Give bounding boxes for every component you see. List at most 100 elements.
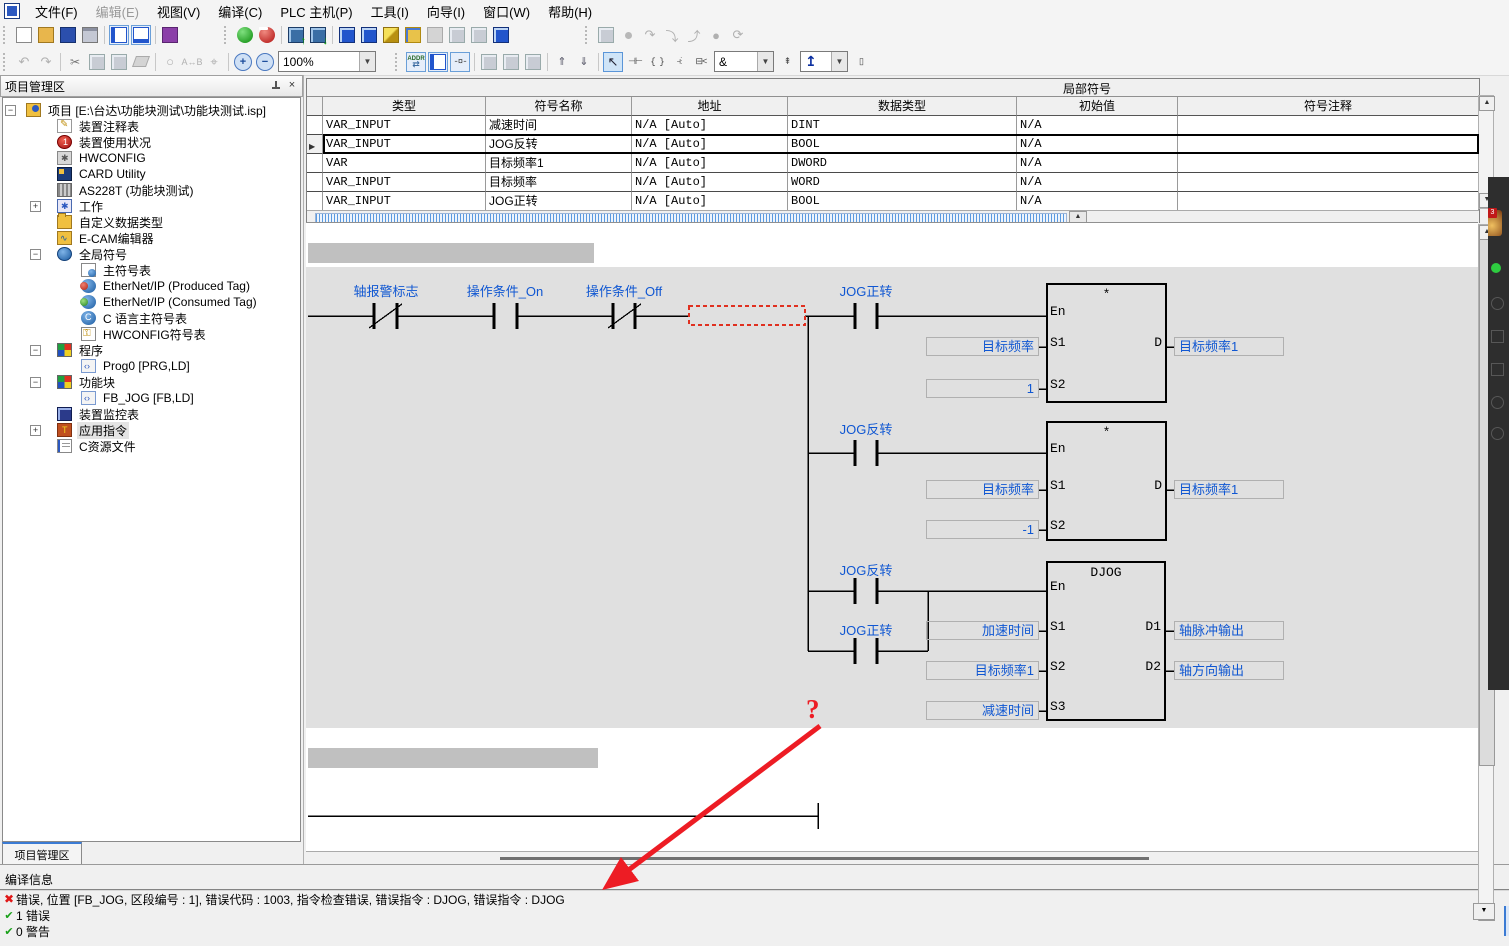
compile-error-row[interactable]: ✖ 错误, 位置 [FB_JOG, 区段编号 : 1], 错误代码 : 1003…	[0, 891, 1509, 907]
upload-from-plc-icon[interactable]	[286, 25, 306, 45]
scroll-up-icon[interactable]: ▲	[1479, 96, 1495, 111]
column-header-type[interactable]: 类型	[323, 97, 486, 116]
menu-file[interactable]: 文件(F)	[26, 0, 87, 24]
coil-type-combo[interactable]: ↥ ▼	[800, 51, 848, 72]
menu-help[interactable]: 帮助(H)	[539, 0, 601, 24]
chevron-down-icon[interactable]: ▼	[831, 52, 847, 71]
zoom-in-icon[interactable]: +	[233, 52, 253, 72]
tree-item-ethernet-produced[interactable]: EtherNet/IP (Produced Tag)	[3, 278, 300, 294]
tree-item-hwconfig-symbols[interactable]: HWCONFIG符号表	[3, 326, 300, 342]
address-display-toggle-icon[interactable]: ADDR	[406, 52, 426, 72]
compile-summary-warnings[interactable]: ✔ 0 警告	[0, 923, 1509, 939]
menu-tools[interactable]: 工具(I)	[362, 0, 418, 24]
column-header-address[interactable]: 地址	[632, 97, 788, 116]
layout-bottom-panel-icon[interactable]	[131, 25, 151, 45]
contact-label[interactable]: JOG反转	[801, 419, 931, 435]
ladder-editor[interactable]: 轴报警标志 操作条件_On 操作条件_Off JOG正转 JOG反转 JOG反转…	[306, 222, 1478, 865]
table-row[interactable]: VAR_INPUT 减速时间 N/A [Auto] DINT N/A	[307, 116, 1479, 135]
chevron-down-icon[interactable]: ▼	[757, 52, 773, 71]
contact-label[interactable]: 操作条件_Off	[559, 281, 689, 297]
contact-label[interactable]: 轴报警标志	[321, 281, 451, 297]
download-to-plc-icon[interactable]	[308, 25, 328, 45]
operand-output[interactable]: 目标频率1	[1174, 337, 1284, 356]
sort-ascending-icon[interactable]: ⇑	[552, 52, 572, 72]
window-config-toggle-icon[interactable]	[428, 52, 448, 72]
operand-input[interactable]: 加速时间	[926, 621, 1039, 640]
compile-summary-errors[interactable]: ✔ 1 错误	[0, 907, 1509, 923]
online-monitor-icon[interactable]	[337, 25, 357, 45]
tree-item-hwconfig[interactable]: HWCONFIG	[3, 150, 300, 166]
copy-icon[interactable]	[87, 52, 107, 72]
row-selector[interactable]	[307, 173, 323, 192]
tree-item-tasks[interactable]: +工作	[3, 198, 300, 214]
toolbar-drag-handle[interactable]	[585, 26, 592, 44]
operand-output[interactable]: 目标频率1	[1174, 480, 1284, 499]
open-file-icon[interactable]	[36, 25, 56, 45]
row-selector[interactable]	[307, 154, 323, 173]
menu-edit[interactable]: 编辑(E)	[87, 0, 148, 24]
tree-item-project[interactable]: −项目 [E:\台达\功能块测试\功能块测试.isp]	[3, 102, 300, 118]
vertical-line-icon[interactable]: ⇞	[777, 52, 797, 72]
table-row[interactable]: VAR_INPUT JOG正转 N/A [Auto] BOOL N/A	[307, 192, 1479, 211]
menu-window[interactable]: 窗口(W)	[474, 0, 539, 24]
insert-contact-icon[interactable]: ⊣⊢	[625, 52, 645, 72]
zoom-level-combo[interactable]: 100% ▼	[278, 51, 376, 72]
tree-item-ethernet-consumed[interactable]: EtherNet/IP (Consumed Tag)	[3, 294, 300, 310]
toolbar-drag-handle[interactable]	[3, 53, 10, 71]
select-cursor-icon[interactable]: ↖	[603, 52, 623, 72]
operand-input[interactable]: 目标频率	[926, 337, 1039, 356]
comment-display-toggle-icon[interactable]: -¤-	[450, 52, 470, 72]
cut-icon[interactable]: ✂	[65, 52, 85, 72]
operand-input[interactable]: 1	[926, 379, 1039, 398]
function-block-multiply-1[interactable]: * En S1 S2 D	[1046, 283, 1167, 403]
operand-input[interactable]: -1	[926, 520, 1039, 539]
project-panel-bottom-tab[interactable]: 项目管理区	[2, 842, 82, 866]
tree-item-device-usage[interactable]: 装置使用状况	[3, 134, 300, 150]
contact-label[interactable]: JOG正转	[801, 281, 931, 297]
toolbar-drag-handle[interactable]	[224, 26, 231, 44]
insert-network-icon[interactable]: ⫞⋮	[669, 52, 689, 72]
expander-collapse-icon[interactable]: −	[30, 345, 41, 356]
scrollbar-thumb[interactable]	[500, 857, 1149, 860]
expander-collapse-icon[interactable]: −	[30, 249, 41, 260]
operand-input[interactable]: 减速时间	[926, 701, 1039, 720]
menu-plc-host[interactable]: PLC 主机(P)	[271, 0, 361, 24]
menu-compile[interactable]: 编译(C)	[209, 0, 271, 24]
insert-network-below-icon[interactable]: ⊟<	[691, 52, 711, 72]
tree-item-c-resource-file[interactable]: C资源文件	[3, 438, 300, 454]
simulator-stop-icon[interactable]	[257, 25, 277, 45]
column-header-name[interactable]: 符号名称	[486, 97, 632, 116]
layout-left-panel-icon[interactable]	[109, 25, 129, 45]
sort-descending-icon[interactable]: ⇓	[574, 52, 594, 72]
new-file-icon[interactable]	[14, 25, 34, 45]
table-row[interactable]: VAR_INPUT 目标频率 N/A [Auto] WORD N/A	[307, 173, 1479, 192]
function-block-multiply-2[interactable]: * En S1 S2 D	[1046, 421, 1167, 541]
chevron-down-icon[interactable]: ▼	[359, 52, 375, 71]
tree-item-global-symbols[interactable]: −全局符号	[3, 246, 300, 262]
contact-label[interactable]: JOG正转	[801, 620, 931, 636]
monitor-screen-icon[interactable]	[491, 25, 511, 45]
tree-item-fb-jog[interactable]: FB_JOG [FB,LD]	[3, 390, 300, 406]
tree-item-main-symbol-table[interactable]: 主符号表	[3, 262, 300, 278]
pin-icon[interactable]	[270, 80, 282, 92]
output-coil-icon[interactable]: ▯	[851, 52, 871, 72]
tree-item-function-blocks[interactable]: −功能块	[3, 374, 300, 390]
save-icon[interactable]	[58, 25, 78, 45]
simulator-run-icon[interactable]	[235, 25, 255, 45]
tree-item-device-monitor-table[interactable]: 装置监控表	[3, 406, 300, 422]
menu-view[interactable]: 视图(V)	[148, 0, 209, 24]
column-header-initial[interactable]: 初始值	[1017, 97, 1178, 116]
expander-collapse-icon[interactable]: −	[30, 377, 41, 388]
row-selector[interactable]	[307, 116, 323, 135]
help-book-icon[interactable]	[160, 25, 180, 45]
tree-item-programs[interactable]: −程序	[3, 342, 300, 358]
tree-item-c-symbol-table[interactable]: C 语言主符号表	[3, 310, 300, 326]
tree-item-prog0[interactable]: Prog0 [PRG,LD]	[3, 358, 300, 374]
expander-expand-icon[interactable]: +	[30, 201, 41, 212]
erase-icon[interactable]	[131, 52, 151, 72]
system-monitor-icon[interactable]	[403, 25, 423, 45]
logic-operator-combo[interactable]: & ▼	[714, 51, 774, 72]
tree-item-card-utility[interactable]: CARD Utility	[3, 166, 300, 182]
paste-icon[interactable]	[109, 52, 129, 72]
table-row[interactable]: VAR 目标频率1 N/A [Auto] DWORD N/A	[307, 154, 1479, 173]
